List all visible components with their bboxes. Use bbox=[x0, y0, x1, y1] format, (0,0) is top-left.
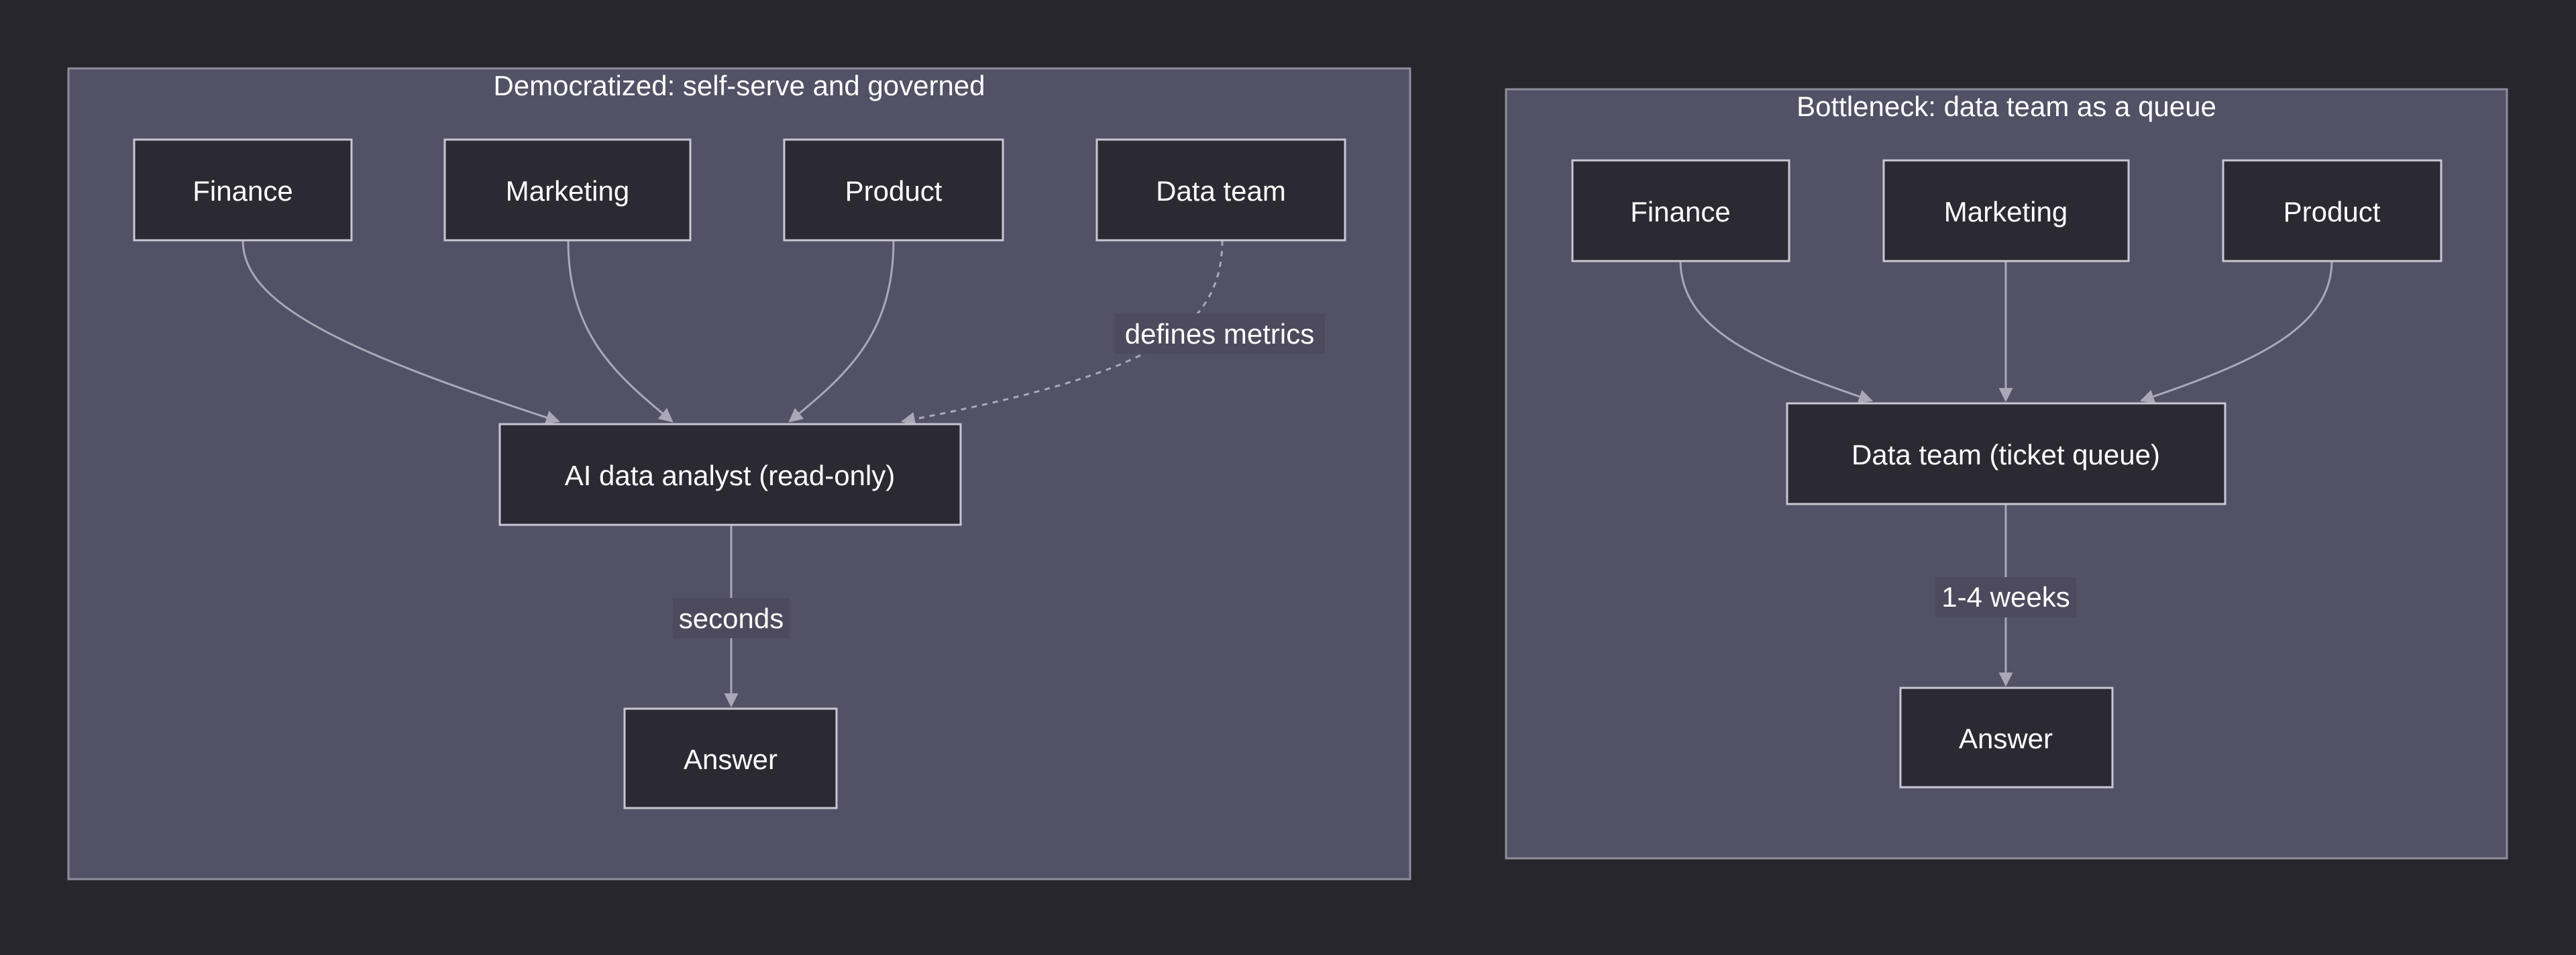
node-b-answer: Answer bbox=[1899, 687, 2114, 789]
node-data-team: Data team bbox=[1095, 138, 1346, 242]
node-b-product: Product bbox=[2222, 159, 2443, 262]
node-answer: Answer bbox=[623, 707, 838, 809]
cluster-bottleneck-title: Bottleneck: data team as a queue bbox=[1796, 91, 2216, 122]
node-b-ticket-queue-label: Data team (ticket queue) bbox=[1851, 439, 2160, 470]
diagram-canvas: Democratized: self-serve and governed de… bbox=[0, 0, 2576, 955]
node-b-marketing: Marketing bbox=[1882, 159, 2130, 262]
node-product-label: Product bbox=[845, 175, 943, 207]
node-marketing: Marketing bbox=[443, 138, 692, 242]
node-ai-data-analyst: AI data analyst (read-only) bbox=[498, 423, 962, 526]
node-b-marketing-label: Marketing bbox=[1944, 196, 2068, 228]
node-b-finance: Finance bbox=[1571, 159, 1790, 262]
cluster-bottleneck: Bottleneck: data team as a queue 1-4 wee… bbox=[1505, 88, 2508, 860]
edge-label-seconds: seconds bbox=[679, 603, 784, 634]
node-b-answer-label: Answer bbox=[1959, 723, 2053, 754]
cluster-democratized-title: Democratized: self-serve and governed bbox=[493, 70, 985, 101]
node-finance: Finance bbox=[133, 138, 353, 242]
node-ai-data-analyst-label: AI data analyst (read-only) bbox=[565, 460, 896, 491]
node-answer-label: Answer bbox=[684, 744, 777, 775]
node-b-product-label: Product bbox=[2284, 196, 2381, 228]
node-data-team-label: Data team bbox=[1156, 175, 1286, 207]
cluster-democratized: Democratized: self-serve and governed de… bbox=[67, 67, 1411, 881]
node-b-finance-label: Finance bbox=[1630, 196, 1730, 228]
edge-label-weeks: 1-4 weeks bbox=[1941, 581, 2070, 613]
node-product: Product bbox=[783, 138, 1004, 242]
node-b-ticket-queue: Data team (ticket queue) bbox=[1786, 402, 2226, 505]
node-marketing-label: Marketing bbox=[506, 175, 629, 207]
edge-label-defines-metrics: defines metrics bbox=[1125, 318, 1314, 350]
node-finance-label: Finance bbox=[193, 175, 292, 207]
